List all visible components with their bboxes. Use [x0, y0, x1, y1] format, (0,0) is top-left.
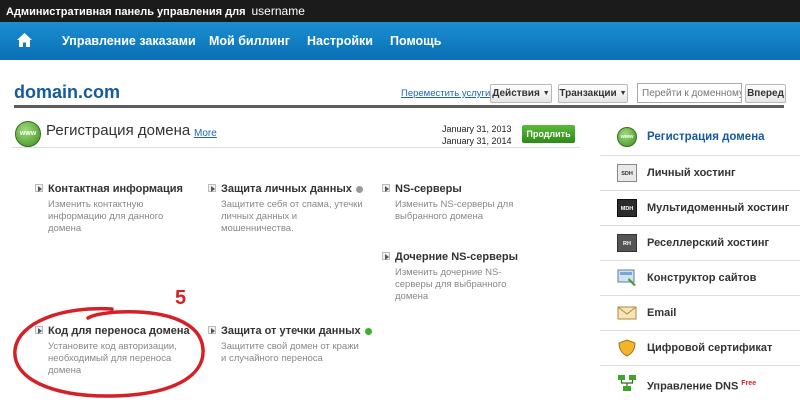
- feature-title: Дочерние NS-серверы: [395, 251, 518, 263]
- dns-network-icon: [618, 375, 636, 391]
- username-label: username: [251, 4, 305, 18]
- sidebar-item-label: Личный хостинг: [647, 167, 736, 179]
- sidebar-item-site-builder[interactable]: Конструктор сайтов: [600, 260, 800, 295]
- feature-title: Контактная информация: [48, 183, 183, 195]
- go-button[interactable]: Вперед: [745, 84, 786, 103]
- www-globe-icon: www: [617, 127, 637, 147]
- nav-settings[interactable]: Настройки: [307, 22, 373, 60]
- sidebar-item-personal-hosting[interactable]: SDH Личный хостинг: [600, 155, 800, 190]
- actions-label: Действия: [492, 88, 540, 100]
- status-dot-icon: [355, 185, 363, 193]
- home-icon[interactable]: [16, 32, 33, 49]
- arrow-right-icon: [208, 184, 216, 192]
- www-globe-icon: www: [15, 121, 41, 147]
- nav-billing[interactable]: Мой биллинг: [209, 22, 290, 60]
- rh-server-icon: RH: [617, 234, 637, 252]
- domain-jump-input[interactable]: [637, 83, 742, 103]
- envelope-icon: [617, 306, 637, 320]
- sidebar-item-multidomain-hosting[interactable]: MDH Мультидоменный хостинг: [600, 190, 800, 225]
- feature-desc: Защитите свой домен от кражи и случайног…: [221, 341, 359, 364]
- sidebar-item-label: Реселлерский хостинг: [647, 237, 770, 249]
- sidebar-item-label: Email: [647, 307, 677, 319]
- arrow-right-icon: [208, 326, 216, 334]
- free-badge: Free: [741, 380, 757, 387]
- sidebar-item-label: Конструктор сайтов: [647, 272, 757, 284]
- transactions-dropdown[interactable]: Транзакции ▼: [558, 84, 628, 103]
- caret-down-icon: ▼: [619, 90, 627, 97]
- site-builder-icon: [617, 269, 636, 286]
- mdh-server-icon: MDH: [617, 199, 637, 217]
- sidebar-item-label: Управление DNS: [647, 380, 739, 393]
- move-services-link[interactable]: Переместить услуги: [401, 88, 490, 99]
- services-sidebar: www Регистрация домена SDH Личный хостин…: [600, 118, 800, 400]
- nav-help[interactable]: Помощь: [390, 22, 441, 60]
- arrow-right-icon: [382, 252, 390, 260]
- feature-title: NS-серверы: [395, 183, 462, 195]
- main-nav-bar: Управление заказами Мой биллинг Настройк…: [0, 22, 800, 60]
- sidebar-item-dns-management[interactable]: Управление DNS Free: [600, 365, 800, 400]
- header-divider: [14, 105, 784, 108]
- sidebar-item-label: Мультидоменный хостинг: [647, 202, 790, 214]
- status-dot-icon: [364, 327, 372, 335]
- sidebar-item-digital-certificate[interactable]: Цифровой сертификат: [600, 330, 800, 365]
- nav-orders[interactable]: Управление заказами: [62, 22, 196, 60]
- more-link[interactable]: More: [194, 128, 217, 139]
- feature-title: Защита от утечки данных: [221, 325, 361, 337]
- renew-button[interactable]: Продлить: [522, 125, 575, 143]
- expiry-date: January 31, 2014: [442, 136, 512, 146]
- feature-desc: Изменить контактную информацию для данно…: [48, 199, 164, 234]
- admin-panel-title: Административная панель управления для: [6, 6, 246, 18]
- domain-title: domain.com: [14, 82, 121, 102]
- arrow-right-icon: [35, 184, 43, 192]
- sidebar-item-email[interactable]: Email: [600, 295, 800, 330]
- arrow-right-icon: [382, 184, 390, 192]
- sidebar-item-label: Регистрация домена: [647, 131, 765, 143]
- transactions-label: Транзакции: [559, 88, 617, 100]
- actions-dropdown[interactable]: Действия ▼: [490, 84, 552, 103]
- registration-date: January 31, 2013: [442, 124, 512, 134]
- sidebar-item-domain-registration[interactable]: www Регистрация домена: [600, 120, 800, 155]
- shield-icon: [618, 339, 636, 357]
- feature-desc: Изменить дочерние NS-серверы для выбранн…: [395, 267, 507, 302]
- feature-desc: Изменить NS-серверы для выбранного домен…: [395, 199, 514, 222]
- card-title: Регистрация домена: [46, 122, 191, 139]
- highlight-ellipse: [13, 306, 205, 398]
- feature-desc: Защитите себя от спама, утечки личных да…: [221, 199, 363, 234]
- admin-top-bar: Административная панель управления для us…: [0, 0, 800, 22]
- caret-down-icon: ▼: [542, 90, 550, 97]
- sidebar-item-label: Цифровой сертификат: [647, 342, 773, 354]
- sdh-server-icon: SDH: [617, 164, 637, 182]
- sidebar-item-reseller-hosting[interactable]: RH Реселлерский хостинг: [600, 225, 800, 260]
- feature-title: Защита личных данных: [221, 183, 352, 195]
